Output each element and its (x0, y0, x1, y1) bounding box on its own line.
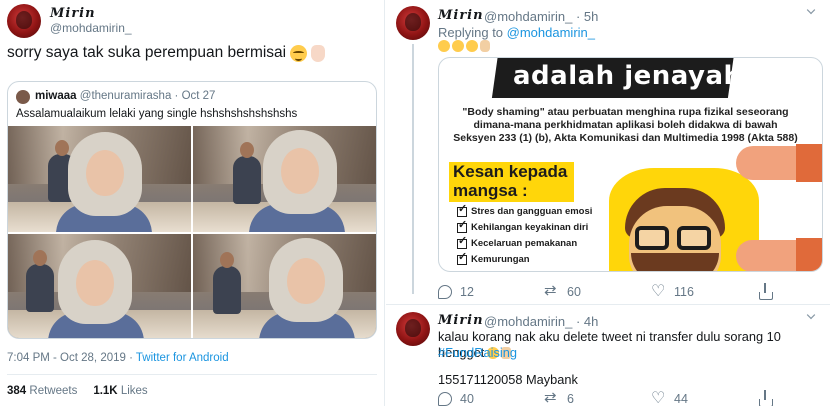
poster-body-text: "Body shaming" atau perbuatan menghina r… (453, 106, 798, 144)
effect-item: Kehilangan keyakinan diri (457, 220, 607, 233)
quoted-tweet-header: miwaaa @thenuramirasha · Oct 27 (35, 90, 215, 102)
share-button[interactable] (759, 283, 830, 300)
divider (7, 374, 377, 375)
quoted-tweet-text: Assalamualaikum lelaki yang single hshsh… (16, 108, 298, 120)
author-avatar[interactable] (396, 312, 430, 346)
hashtag-link[interactable]: #FundRaising (438, 345, 517, 360)
chevron-down-icon[interactable] (806, 310, 816, 320)
heart-icon (651, 388, 666, 406)
poster-effects-list: Stres dan gangguan emosi Kehilangan keya… (457, 204, 607, 271)
author-name[interactable]: Mirin (438, 313, 484, 328)
reply-count: 40 (460, 392, 474, 406)
reply-count: 12 (460, 285, 474, 299)
crying-face-emoji-icon (466, 40, 478, 52)
quoted-tweet-card[interactable]: miwaaa @thenuramirasha · Oct 27 Assalamu… (7, 81, 377, 339)
chevron-down-icon[interactable] (806, 5, 816, 15)
poster-effects-heading: Kesan kepada mangsa : (453, 162, 568, 200)
like-button[interactable]: 44 (651, 388, 759, 406)
photo-4[interactable] (193, 234, 376, 338)
quoted-author-handle: @thenuramirasha · Oct 27 (79, 90, 216, 102)
attached-poster-image[interactable]: adalah jenayah "Body shaming" atau perbu… (438, 57, 823, 272)
tweet-stats: 384 Retweets 1.1K Likes (7, 385, 148, 397)
retweets-label[interactable]: Retweets (29, 385, 77, 397)
retweet-icon (544, 281, 559, 299)
effect-item: Kecelaruan pemakanan (457, 236, 607, 249)
tweet-text: sorry saya tak suka perempuan bermisai (7, 44, 326, 62)
retweet-icon (544, 388, 559, 406)
right-thread-panel: Mirin @mohdamirin_ · 5h Replying to @moh… (386, 0, 830, 406)
relieved-face-emoji-icon (290, 44, 308, 62)
author-name[interactable]: Mirin (50, 6, 96, 21)
author-name[interactable]: Mirin (438, 8, 484, 23)
left-tweet-panel: Mirin @mohdamirin_ sorry saya tak suka p… (0, 0, 385, 406)
likes-count[interactable]: 1.1K (93, 385, 117, 397)
effect-item: Kemurungan (457, 252, 607, 265)
photo-2[interactable] (193, 126, 376, 232)
tweet-text-content: sorry saya tak suka perempuan bermisai (7, 44, 287, 61)
effect-item: Stres dan gangguan emosi (457, 204, 607, 217)
replying-to: Replying to @mohdamirin_ (438, 25, 595, 40)
retweet-count: 60 (567, 285, 581, 299)
reply-icon (438, 285, 452, 299)
account-number-text: 155171120058 Maybank (438, 372, 578, 387)
raised-hand-emoji-icon (311, 44, 326, 62)
crying-face-emoji-icon (438, 40, 450, 52)
photo-grid (8, 126, 376, 338)
retweet-button[interactable]: 6 (544, 388, 652, 406)
reply-button[interactable]: 40 (438, 392, 545, 406)
like-count: 44 (674, 392, 688, 406)
reply-button[interactable]: 12 (438, 285, 545, 299)
likes-label[interactable]: Likes (121, 385, 148, 397)
folded-hands-emoji-icon (480, 40, 490, 52)
retweets-count[interactable]: 384 (7, 385, 26, 397)
poster-title: adalah jenayah (513, 61, 743, 91)
tweet-actions: 12 60 116 (438, 281, 830, 301)
photo-1[interactable] (8, 126, 191, 232)
share-button[interactable] (759, 390, 830, 406)
replying-to-handle[interactable]: @mohdamirin_ (507, 25, 595, 40)
quoted-author-avatar (16, 90, 30, 104)
photo-3[interactable] (8, 234, 191, 338)
pointing-hand-illustration (736, 144, 822, 182)
divider (386, 304, 830, 305)
tweet-timestamp: 7:04 PM - Oct 28, 2019 · (7, 352, 136, 364)
like-button[interactable]: 116 (651, 281, 759, 301)
heart-icon (651, 281, 666, 301)
retweet-button[interactable]: 60 (544, 281, 652, 299)
tweet-meta: 7:04 PM - Oct 28, 2019 · Twitter for And… (7, 352, 229, 364)
thread-connector-line (412, 44, 414, 294)
author-avatar[interactable] (7, 4, 41, 38)
quoted-author-name: miwaaa (35, 90, 77, 102)
author-avatar[interactable] (396, 6, 430, 40)
like-count: 116 (674, 285, 694, 299)
share-icon (759, 283, 773, 300)
crying-face-emoji-icon (452, 40, 464, 52)
reply-icon (438, 392, 452, 406)
emoji-row (438, 40, 490, 52)
share-icon (759, 390, 773, 406)
author-handle-time[interactable]: @mohdamirin_ · 5h (484, 9, 598, 24)
retweet-count: 6 (567, 392, 574, 406)
author-handle[interactable]: @mohdamirin_ (50, 21, 132, 35)
author-handle-time[interactable]: @mohdamirin_ · 4h (484, 314, 598, 329)
tweet-actions: 40 6 44 (438, 388, 830, 406)
tweet-source-link[interactable]: Twitter for Android (136, 352, 229, 364)
pointing-hand-illustration (736, 238, 822, 271)
replying-prefix: Replying to (438, 25, 507, 40)
